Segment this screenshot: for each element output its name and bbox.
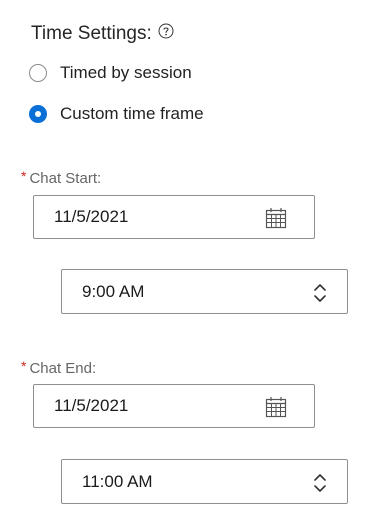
required-asterisk: * bbox=[21, 168, 27, 184]
chat-start-time-value: 9:00 AM bbox=[82, 281, 145, 301]
chat-end-time-value: 11:00 AM bbox=[82, 471, 153, 491]
calendar-icon[interactable] bbox=[265, 207, 287, 229]
time-settings-heading: Time Settings: bbox=[31, 22, 174, 46]
chat-start-time-select[interactable]: 9:00 AM bbox=[61, 269, 348, 314]
time-settings-panel: Time Settings: Timed by session Custom t… bbox=[0, 0, 375, 532]
chevron-up-down-icon bbox=[314, 284, 326, 302]
chat-end-date-value: 11/5/2021 bbox=[54, 396, 129, 415]
calendar-icon[interactable] bbox=[265, 396, 287, 418]
radio-timed-by-session[interactable]: Timed by session bbox=[29, 63, 192, 83]
radio-custom-time-frame[interactable]: Custom time frame bbox=[29, 104, 204, 124]
radio-label-timed-by-session: Timed by session bbox=[60, 63, 192, 82]
chat-end-label: * Chat End: bbox=[21, 358, 97, 377]
chat-start-date-input[interactable]: 11/5/2021 bbox=[33, 195, 315, 239]
radio-button-checked[interactable] bbox=[29, 105, 47, 123]
chat-start-label: * Chat Start: bbox=[21, 168, 102, 187]
chat-end-date-input[interactable]: 11/5/2021 bbox=[33, 384, 315, 428]
chat-start-label-text: Chat Start: bbox=[29, 170, 102, 187]
radio-button-unchecked[interactable] bbox=[29, 64, 47, 82]
time-settings-title: Time Settings: bbox=[31, 23, 152, 44]
chat-end-label-text: Chat End: bbox=[29, 360, 97, 377]
question-circle-icon[interactable] bbox=[158, 23, 174, 39]
radio-label-custom-time-frame: Custom time frame bbox=[60, 104, 204, 123]
required-asterisk: * bbox=[21, 358, 27, 374]
chevron-up-down-icon bbox=[314, 474, 326, 492]
chat-start-date-value: 11/5/2021 bbox=[54, 207, 129, 226]
chat-end-time-select[interactable]: 11:00 AM bbox=[61, 459, 348, 504]
